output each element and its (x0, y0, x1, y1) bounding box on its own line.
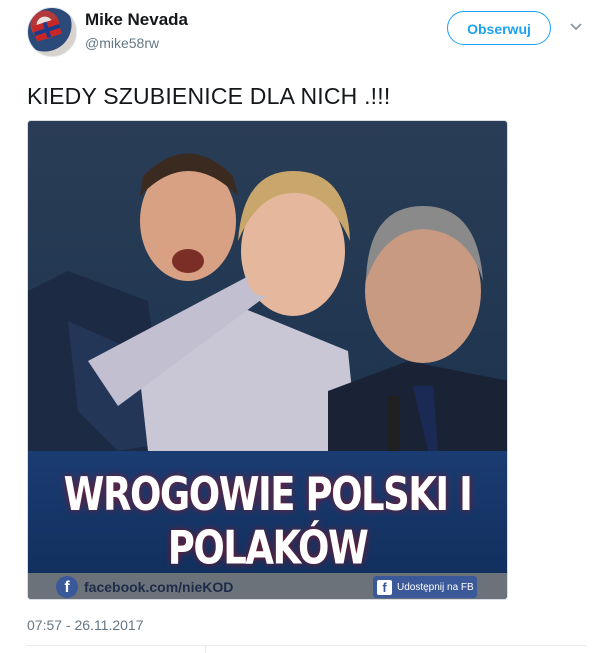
media-headline: WROGOWIE POLSKI I POLAKÓW (63, 467, 473, 575)
facebook-url: facebook.com/nieKOD (84, 579, 234, 595)
author-handle[interactable]: @mike58rw (85, 35, 159, 51)
share-facebook-badge: f Udostępnij na FB (373, 576, 477, 598)
tweet-text: KIEDY SZUBIENICE DLA NICH .!!! (27, 83, 391, 109)
chevron-down-icon[interactable] (569, 20, 583, 34)
divider (27, 645, 587, 646)
share-label: Udostępnij na FB (397, 581, 474, 593)
media-footer-link: f facebook.com/nieKOD (56, 576, 233, 598)
tweet-header: Mike Nevada @mike58rw Obserwuj (27, 7, 587, 57)
avatar[interactable] (27, 7, 77, 57)
author-name[interactable]: Mike Nevada (85, 10, 188, 30)
follow-button[interactable]: Obserwuj (447, 11, 551, 45)
flag-graphic (32, 18, 62, 42)
tweet-timestamp[interactable]: 07:57 - 26.11.2017 (27, 617, 144, 633)
facebook-icon: f (56, 576, 78, 598)
tweet-media-image[interactable]: WROGOWIE POLSKI I POLAKÓW f facebook.com… (27, 120, 508, 600)
divider (205, 645, 206, 653)
facebook-icon: f (377, 579, 392, 595)
